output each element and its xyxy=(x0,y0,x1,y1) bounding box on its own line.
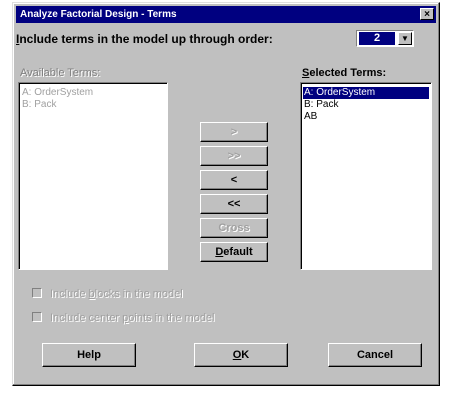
order-label: Include terms in the model up through or… xyxy=(16,32,273,46)
ok-button[interactable]: OK xyxy=(194,343,288,367)
include-blocks-label: Include blocks in the model xyxy=(50,288,183,300)
list-item[interactable]: A: OrderSystem xyxy=(303,87,429,99)
help-button[interactable]: Help xyxy=(42,343,136,367)
list-item[interactable]: AB xyxy=(301,111,431,123)
selected-terms-list[interactable]: A: OrderSystem B: Pack AB xyxy=(300,82,432,270)
title-bar: Analyze Factorial Design - Terms × xyxy=(16,6,436,23)
selected-terms-label: Selected Terms: xyxy=(302,67,387,79)
include-center-points-label: Include center points in the model xyxy=(50,312,215,324)
cross-button[interactable]: Cross xyxy=(200,218,268,238)
checkbox-box[interactable] xyxy=(32,288,42,298)
list-item[interactable]: A: OrderSystem xyxy=(19,87,167,99)
cancel-button[interactable]: Cancel xyxy=(328,343,422,367)
chevron-down-icon[interactable]: ▼ xyxy=(398,32,412,45)
close-icon: × xyxy=(424,9,430,20)
add-button[interactable]: > xyxy=(200,122,268,142)
include-center-points-checkbox[interactable]: Include center points in the model xyxy=(32,312,215,324)
order-select[interactable]: 2 ▼ xyxy=(356,30,414,47)
order-value: 2 xyxy=(359,32,395,45)
remove-all-button[interactable]: << xyxy=(200,194,268,214)
remove-button[interactable]: < xyxy=(200,170,268,190)
close-button[interactable]: × xyxy=(420,8,434,20)
available-terms-label: Available Terms: xyxy=(20,67,101,79)
list-item[interactable]: B: Pack xyxy=(301,99,431,111)
checkbox-box[interactable] xyxy=(32,312,42,322)
default-button[interactable]: Default xyxy=(200,242,268,262)
list-item[interactable]: B: Pack xyxy=(19,99,167,111)
available-terms-list[interactable]: A: OrderSystem B: Pack xyxy=(18,82,168,270)
add-all-button[interactable]: >> xyxy=(200,146,268,166)
window-title: Analyze Factorial Design - Terms xyxy=(20,9,177,20)
include-blocks-checkbox[interactable]: Include blocks in the model xyxy=(32,288,183,300)
